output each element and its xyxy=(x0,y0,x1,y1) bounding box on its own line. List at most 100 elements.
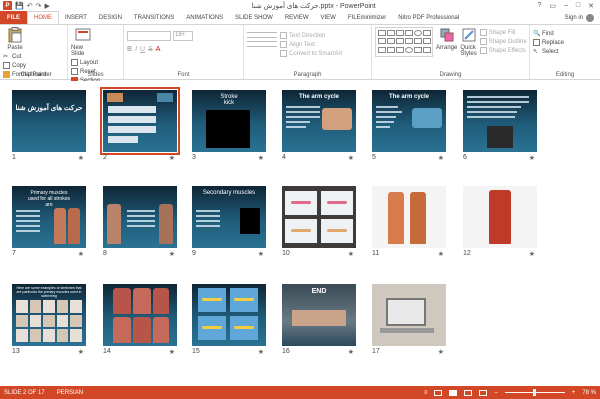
help-button[interactable]: ? xyxy=(537,2,541,10)
tab-animations[interactable]: ANIMATIONS xyxy=(180,11,229,24)
tab-slide-show[interactable]: SLIDE SHOW xyxy=(229,11,279,24)
text-direction-button[interactable]: Text Direction xyxy=(280,32,342,39)
slide-thumbnail-10[interactable]: 10 ★ xyxy=(282,186,356,258)
copy-button[interactable]: Copy xyxy=(3,62,52,69)
save-icon[interactable]: 💾 xyxy=(15,2,24,10)
maximize-button[interactable]: □ xyxy=(576,2,580,10)
zoom-out-icon[interactable]: – xyxy=(494,390,497,396)
slide-thumbnail-4[interactable]: The arm cycle 4 ★ xyxy=(282,90,356,162)
convert-smartart-button[interactable]: Convert to SmartArt xyxy=(280,50,342,57)
tab-transitions[interactable]: TRANSITIONS xyxy=(128,11,180,24)
shape-star-icon[interactable] xyxy=(414,38,422,45)
ribbon-display-button[interactable]: ▭ xyxy=(549,2,556,10)
slide-thumbnail-8[interactable]: 8 ★ xyxy=(103,186,177,258)
shape-outline-button[interactable]: Shape Outline xyxy=(479,38,527,45)
shape-rect-icon[interactable] xyxy=(387,38,395,45)
notes-icon[interactable]: ≡ xyxy=(424,390,428,396)
slideshow-view-icon[interactable] xyxy=(479,389,488,396)
shape-oval-icon[interactable] xyxy=(414,30,422,36)
reading-view-icon[interactable] xyxy=(464,389,473,396)
tab-nitro-pdf[interactable]: Nitro PDF Professional xyxy=(392,11,465,24)
shape-rect-icon[interactable] xyxy=(378,30,386,36)
font-size-dropdown[interactable]: 18+ xyxy=(173,31,193,41)
tab-design[interactable]: DESIGN xyxy=(93,11,128,24)
slide-thumbnail-15[interactable]: 15 ★ xyxy=(192,284,266,356)
sign-in-link[interactable]: Sign in xyxy=(565,11,600,24)
slide-thumbnail-1[interactable]: حرکت های آموزش شنا 1 ★ xyxy=(12,90,86,162)
slide-thumbnail-16[interactable]: END 16 ★ xyxy=(282,284,356,356)
shape-rect-icon[interactable] xyxy=(423,46,431,53)
bullets-icon[interactable] xyxy=(247,32,277,38)
find-button[interactable]: 🔍 Find xyxy=(533,30,564,38)
slide-thumbnail-7[interactable]: Primary muscles used for all strokes are… xyxy=(12,186,86,258)
font-name-dropdown[interactable] xyxy=(127,31,171,41)
shape-arrow-icon[interactable] xyxy=(396,38,404,45)
close-button[interactable]: ✕ xyxy=(588,2,594,10)
shape-brace-icon[interactable] xyxy=(387,46,395,53)
tab-file[interactable]: FILE xyxy=(0,11,27,24)
zoom-slider[interactable] xyxy=(504,389,565,396)
shape-fill-button[interactable]: Shape Fill xyxy=(479,29,527,36)
align-icon[interactable] xyxy=(247,41,277,47)
minimize-button[interactable]: – xyxy=(564,2,568,10)
shape-rect-icon[interactable] xyxy=(423,30,431,36)
shape-arrow-icon[interactable] xyxy=(405,38,413,45)
shape-oval-icon[interactable] xyxy=(405,46,413,53)
layout-button[interactable]: Layout xyxy=(71,59,100,66)
slide-thumbnail-3[interactable]: Stroke kick 3 ★ xyxy=(192,90,266,162)
tab-review[interactable]: REVIEW xyxy=(279,11,315,24)
slide-thumbnail-12[interactable]: 12 ★ xyxy=(463,186,537,258)
slide-thumbnail-13[interactable]: Here are some examples of stretches that… xyxy=(12,284,86,356)
slide-thumbnail-2[interactable]: 2 ★ xyxy=(100,87,180,162)
shape-line-icon[interactable] xyxy=(405,30,413,36)
new-slide-button[interactable]: New Slide xyxy=(71,27,95,57)
slide-number: 13 xyxy=(12,348,20,355)
start-slideshow-icon[interactable]: ▶ xyxy=(44,2,49,10)
shape-rect-icon[interactable] xyxy=(423,38,431,45)
paste-button[interactable]: Paste xyxy=(3,27,27,51)
tab-insert[interactable]: INSERT xyxy=(59,11,93,24)
slide-sorter[interactable]: حرکت های آموزش شنا 1 ★ 2 ★ Stroke kick 3… xyxy=(0,81,600,386)
cut-button[interactable]: ✂ Cut xyxy=(3,53,52,61)
shape-star-icon[interactable] xyxy=(396,46,404,53)
stretch-photo xyxy=(56,329,69,342)
shape-rect-icon[interactable] xyxy=(387,30,395,36)
shapes-gallery[interactable] xyxy=(375,27,433,57)
undo-icon[interactable]: ↶ xyxy=(27,2,33,10)
underline-icon[interactable]: U xyxy=(140,46,145,53)
zoom-level[interactable]: 78 % xyxy=(582,390,596,396)
zoom-in-icon[interactable]: + xyxy=(572,390,576,396)
arrange-button[interactable]: Arrange xyxy=(436,27,457,57)
bold-icon[interactable]: B xyxy=(127,46,132,53)
normal-view-icon[interactable] xyxy=(434,389,443,396)
slide-thumbnail-11[interactable]: 11 ★ xyxy=(372,186,446,258)
tab-fileminimizer[interactable]: FILEminimizer xyxy=(342,11,392,24)
shape-rect-icon[interactable] xyxy=(414,46,422,53)
replace-button[interactable]: Replace xyxy=(533,39,564,46)
slide-thumbnail-14[interactable]: 14 ★ xyxy=(103,284,177,356)
slide-thumbnail-5[interactable]: The arm cycle 5 ★ xyxy=(372,90,446,162)
slide-thumbnail-6[interactable]: 6 ★ xyxy=(463,90,537,162)
bullet-list xyxy=(127,210,155,230)
powerpoint-app-icon[interactable]: P xyxy=(3,1,12,10)
italic-icon[interactable]: I xyxy=(135,46,137,53)
slide-sorter-view-icon[interactable] xyxy=(449,389,458,396)
font-color-icon[interactable]: A xyxy=(156,46,161,53)
language-status[interactable]: PERSIAN xyxy=(57,390,83,396)
align-text-button[interactable]: Align Text xyxy=(280,41,342,48)
swimmer-diagram xyxy=(230,288,258,312)
strikethrough-icon[interactable]: S xyxy=(148,46,153,53)
tab-view[interactable]: VIEW xyxy=(315,11,342,24)
shape-effects-button[interactable]: Shape Effects xyxy=(479,47,527,54)
transition-star-icon: ★ xyxy=(347,155,354,162)
shape-line-icon[interactable] xyxy=(396,30,404,36)
slide-thumbnail-9[interactable]: Secondary muscles 9 ★ xyxy=(192,186,266,258)
shape-triangle-icon[interactable] xyxy=(378,38,386,45)
quick-styles-button[interactable]: Quick Styles xyxy=(460,27,477,57)
select-button[interactable]: ↖ Select xyxy=(533,48,564,56)
tab-home[interactable]: HOME xyxy=(27,11,59,24)
slide-thumbnail-17[interactable]: 17 ★ xyxy=(372,284,446,356)
redo-icon[interactable]: ↷ xyxy=(36,2,42,10)
shape-brace-icon[interactable] xyxy=(378,46,386,53)
zoom-slider-handle[interactable] xyxy=(532,389,536,396)
